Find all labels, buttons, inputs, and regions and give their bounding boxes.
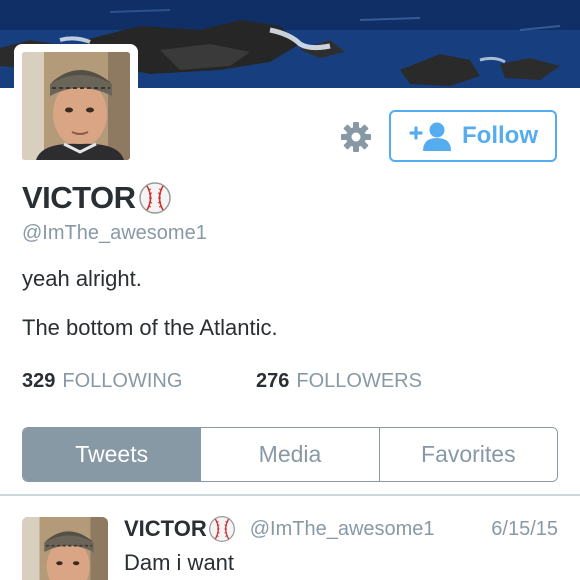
- profile-location: The bottom of the Atlantic.: [22, 315, 278, 340]
- followers-count: 276: [256, 370, 290, 392]
- following-stat[interactable]: 329 FOLLOWING: [22, 370, 256, 393]
- tweet-avatar-photo: [22, 517, 108, 580]
- profile-stats: 329 FOLLOWING 276 FOLLOWERS: [22, 370, 422, 393]
- baseball-icon: [138, 182, 171, 214]
- tab-favorites[interactable]: Favorites: [378, 428, 557, 481]
- profile-name-row: VICTOR: [22, 180, 172, 216]
- tweet-date: 6/15/15: [491, 517, 558, 540]
- timeline-divider: [0, 494, 580, 496]
- tweet-avatar[interactable]: [22, 517, 108, 580]
- tweet-header: VICTOR @ImThe_awesome1 6/15/15: [124, 515, 558, 543]
- follow-button[interactable]: Follow: [389, 110, 557, 162]
- profile-avatar-photo: [22, 52, 130, 160]
- tweet-author-name[interactable]: VICTOR: [124, 516, 207, 542]
- settings-button[interactable]: [339, 120, 373, 154]
- add-user-icon: [409, 122, 451, 151]
- profile-bio: yeah alright.: [22, 266, 142, 291]
- profile-tabs: Tweets Media Favorites: [22, 427, 558, 482]
- profile-avatar[interactable]: [14, 44, 138, 168]
- tab-tweets[interactable]: Tweets: [23, 428, 201, 481]
- profile-name: VICTOR: [22, 180, 136, 215]
- baseball-icon: [208, 516, 235, 542]
- followers-stat[interactable]: 276 FOLLOWERS: [256, 370, 422, 393]
- tweet-text: Dam i want: [124, 550, 235, 575]
- follow-button-label: Follow: [462, 122, 538, 149]
- gear-icon: [341, 122, 371, 152]
- profile-handle: @ImThe_awesome1: [22, 222, 207, 244]
- following-label: FOLLOWING: [62, 370, 183, 392]
- following-count: 329: [22, 370, 56, 392]
- tab-media[interactable]: Media: [200, 428, 379, 481]
- tweet-author-handle[interactable]: @ImThe_awesome1: [250, 518, 435, 541]
- followers-label: FOLLOWERS: [296, 370, 422, 392]
